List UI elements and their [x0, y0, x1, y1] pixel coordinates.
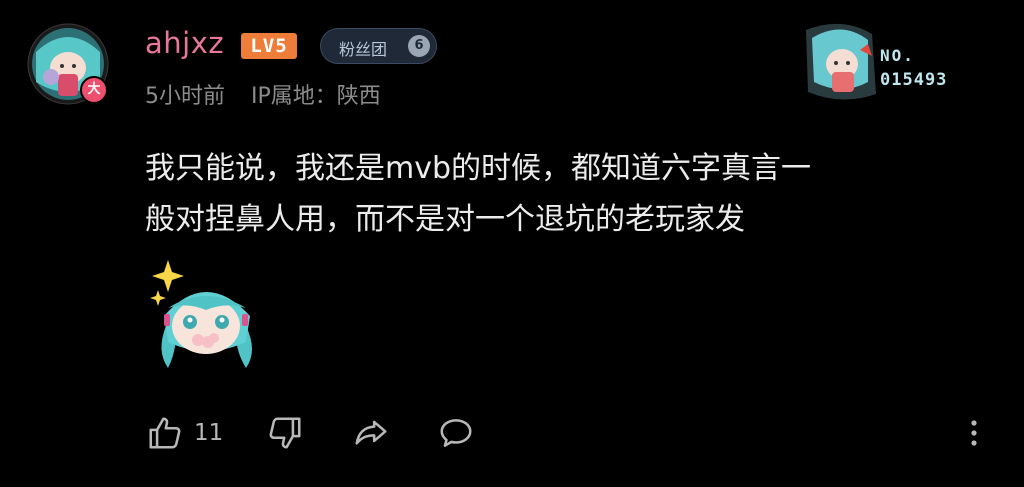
dislike-button[interactable]	[266, 410, 304, 456]
fan-club-label: 粉丝团	[339, 40, 388, 59]
share-icon	[355, 420, 387, 445]
thumb-down-icon	[269, 417, 301, 449]
level-badge: LV5	[241, 33, 297, 59]
share-button[interactable]	[352, 410, 390, 456]
collection-no-label: NO.	[880, 46, 915, 65]
avatar-badge: 大	[80, 76, 108, 104]
comment-meta: 5小时前 IP属地：陕西	[145, 78, 381, 110]
comment-button[interactable]	[436, 410, 476, 456]
comment-time: 5小时前	[145, 84, 225, 109]
comment-card: 大 ahjxz LV5 粉丝团 6 5小时前 IP属地：陕西 NO. 01549…	[0, 0, 1024, 487]
like-button[interactable]: 11	[146, 410, 223, 456]
username[interactable]: ahjxz	[145, 26, 224, 60]
emoji-sticker	[150, 260, 252, 368]
more-button[interactable]	[962, 410, 986, 456]
comment-icon	[440, 419, 472, 447]
ip-location: IP属地：陕西	[251, 84, 381, 109]
thumb-up-icon	[149, 417, 181, 449]
like-count: 11	[194, 420, 224, 446]
action-bar: 11	[0, 410, 1024, 456]
more-icon	[971, 420, 977, 446]
fan-club-badge[interactable]: 粉丝团 6	[320, 28, 437, 64]
collection-number: 015493	[880, 70, 948, 90]
comment-text: 我只能说，我还是mvb的时候，都知道六字真言一 般对捏鼻人用，而不是对一个退坑的…	[145, 143, 985, 245]
comment-text-line-1: 我只能说，我还是mvb的时候，都知道六字真言一	[145, 151, 812, 186]
fan-club-level: 6	[408, 35, 430, 57]
comment-text-line-2: 般对捏鼻人用，而不是对一个退坑的老玩家发	[145, 202, 745, 237]
